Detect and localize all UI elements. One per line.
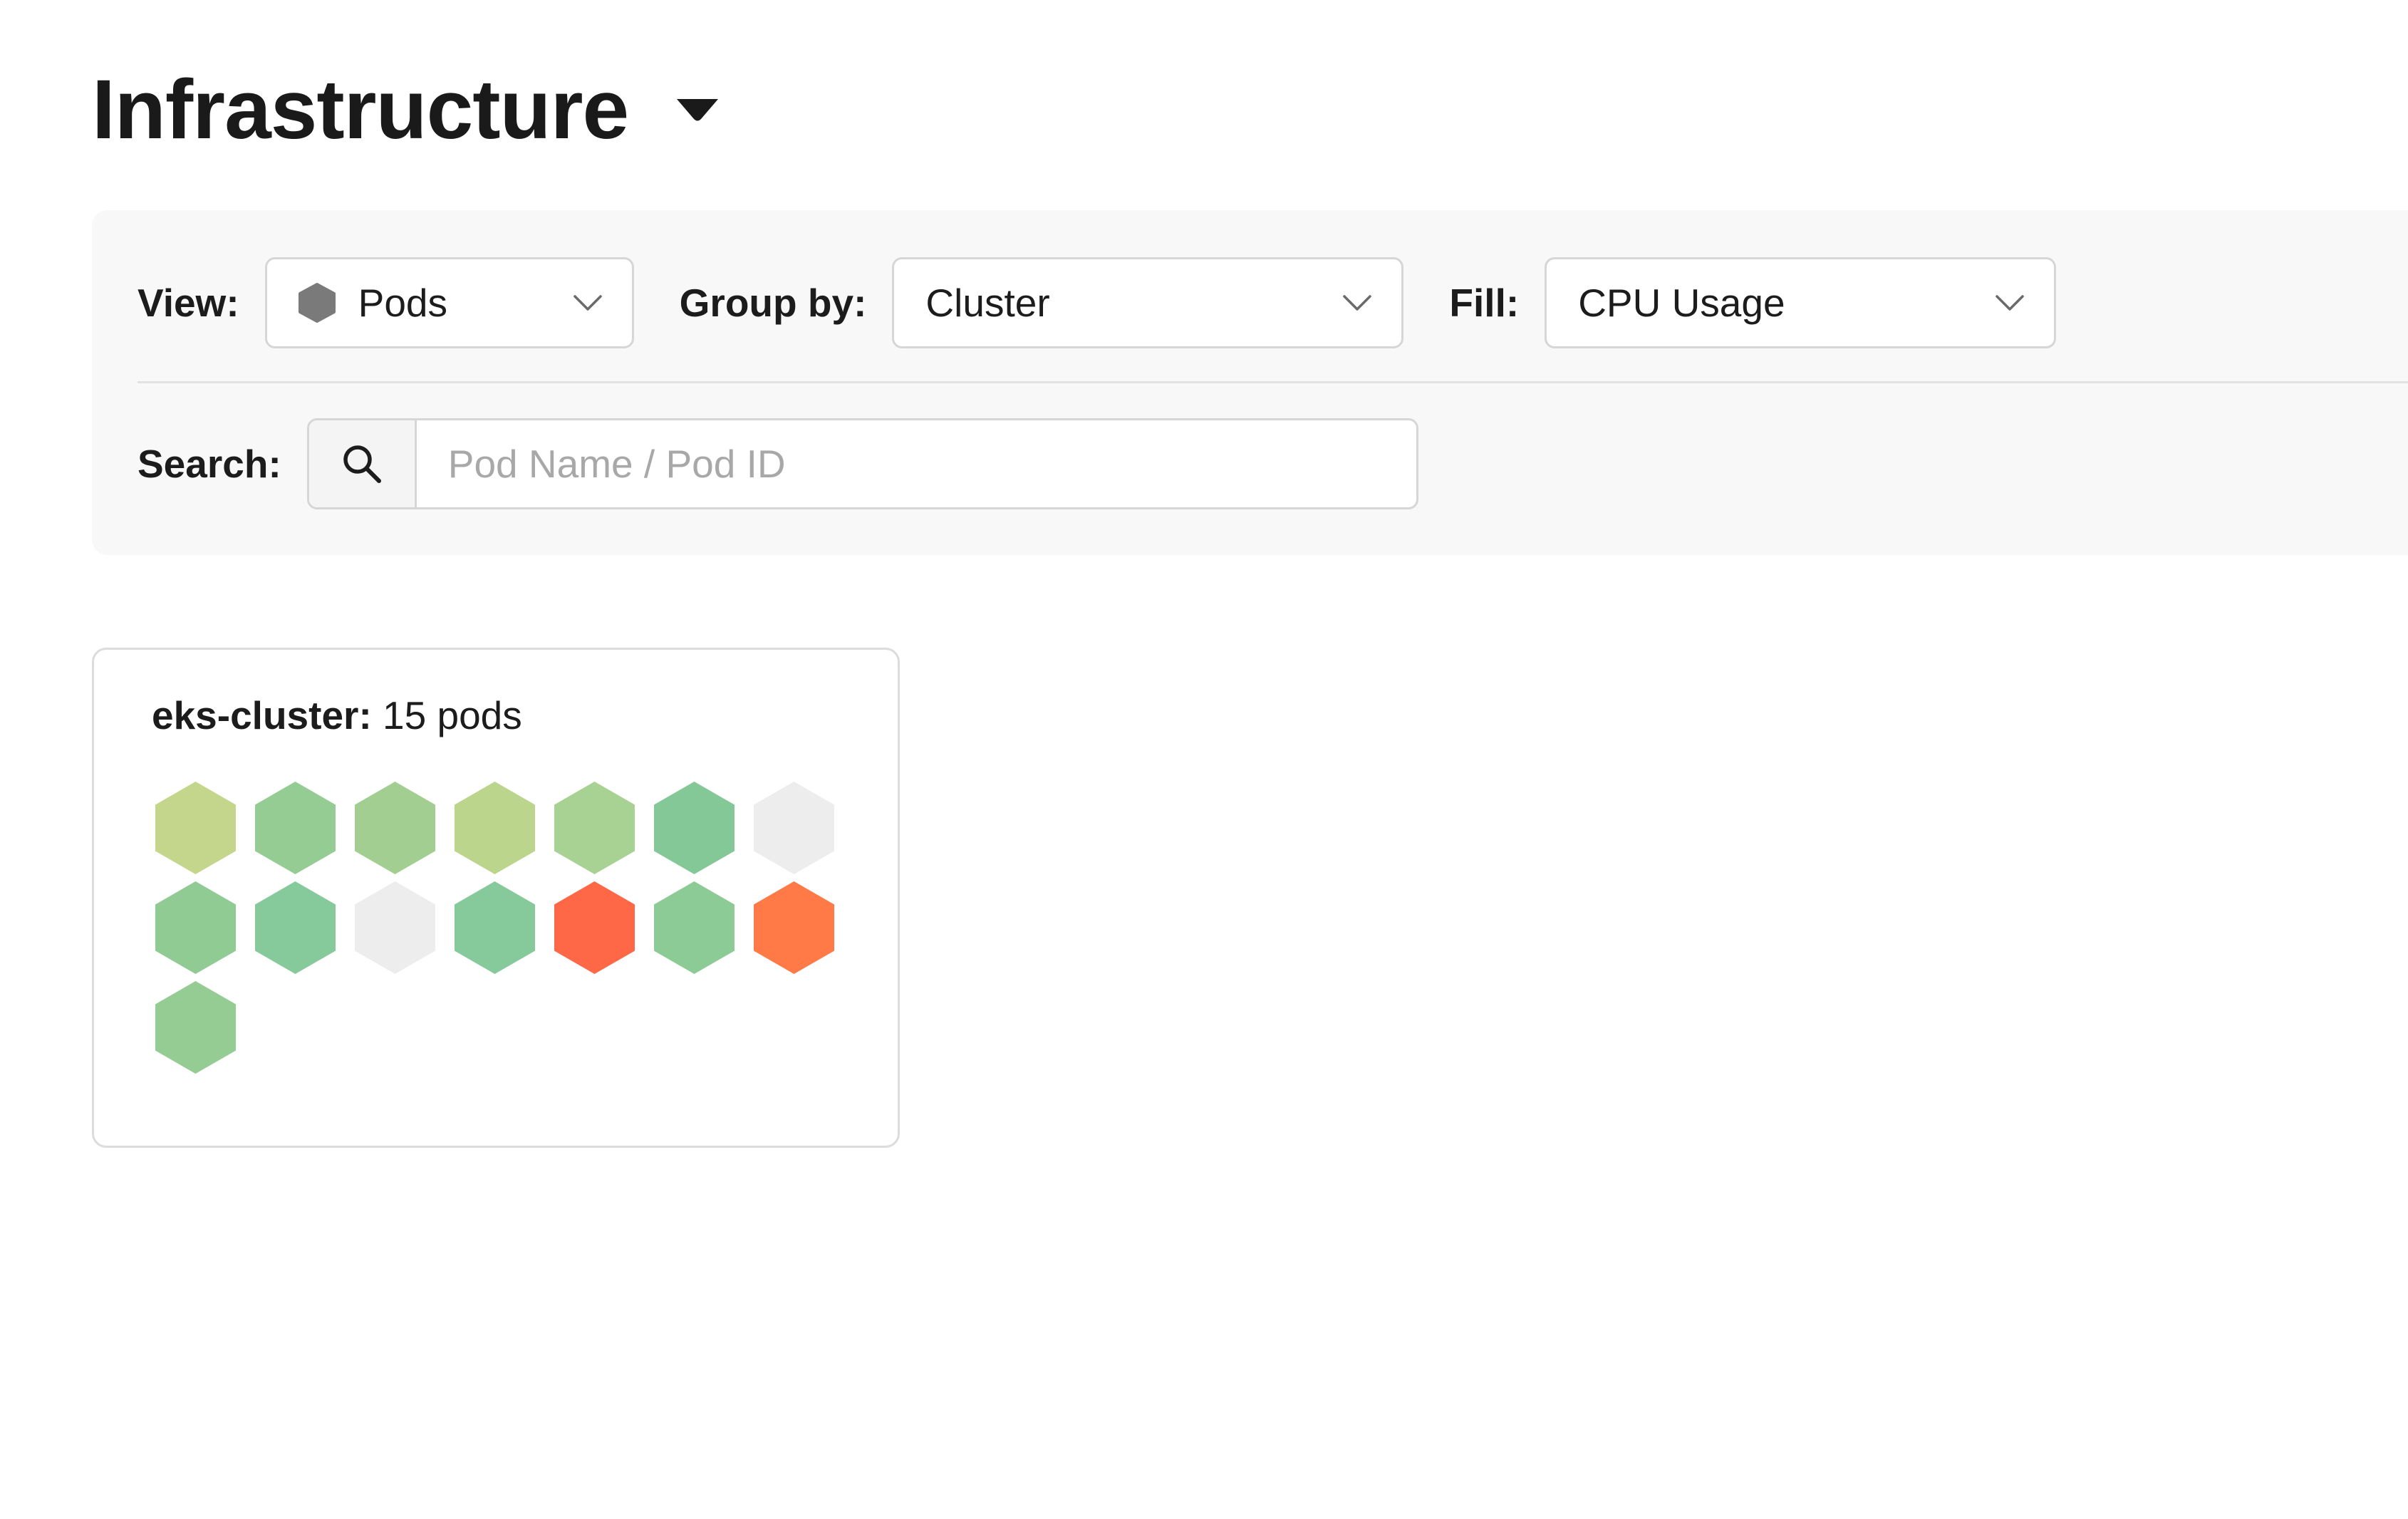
title-row: Infrastructure — [92, 60, 722, 160]
title-dropdown-button[interactable] — [673, 95, 722, 124]
search-icon — [343, 445, 381, 483]
pod-hex-grid — [155, 782, 839, 1081]
group-by-select-value: Cluster — [925, 281, 1050, 325]
pod-hexagon[interactable] — [554, 782, 635, 874]
pod-hexagon[interactable] — [654, 881, 735, 974]
infrastructure-page: Infrastructure View: Pods Group by: Clus… — [0, 0, 2408, 1519]
pod-hexagon[interactable] — [455, 881, 535, 974]
pod-hexagon[interactable] — [455, 782, 535, 874]
pod-hexagon[interactable] — [355, 881, 435, 974]
view-select[interactable]: Pods — [264, 257, 634, 348]
view-select-value: Pods — [358, 281, 448, 325]
cluster-header: eks-cluster: 15 pods — [152, 693, 522, 738]
chevron-down-icon — [1994, 292, 2025, 313]
chevron-down-icon — [572, 292, 603, 313]
pod-hexagon[interactable] — [255, 881, 336, 974]
search-label: Search: — [137, 442, 281, 486]
pod-hexagon[interactable] — [155, 881, 236, 974]
pod-hexagon[interactable] — [155, 981, 236, 1074]
search-box — [306, 418, 1418, 509]
pod-hexagon[interactable] — [754, 881, 834, 974]
pod-hexagon[interactable] — [754, 782, 834, 874]
filter-row: View: Pods Group by: Cluster Fill: CPU U… — [137, 257, 2057, 348]
page-title: Infrastructure — [92, 63, 629, 157]
pod-hexagon[interactable] — [654, 782, 735, 874]
view-label: View: — [137, 281, 239, 325]
search-row: Search: — [137, 418, 1418, 509]
pod-hexagon[interactable] — [255, 782, 336, 874]
cluster-name: eks-cluster: — [152, 693, 372, 737]
cluster-pod-count: 15 pods — [383, 693, 522, 737]
chevron-down-icon — [1341, 292, 1373, 313]
pod-hexagon[interactable] — [554, 881, 635, 974]
search-input[interactable] — [416, 420, 1416, 507]
pod-hexagon[interactable] — [355, 782, 435, 874]
pod-hexagon[interactable] — [155, 782, 236, 874]
toolbar-divider — [137, 381, 2408, 383]
pod-hexagon-icon — [298, 283, 336, 323]
fill-select[interactable]: CPU Usage — [1545, 257, 2057, 348]
group-by-select[interactable]: Cluster — [892, 257, 1404, 348]
fill-select-value: CPU Usage — [1578, 281, 1785, 325]
fill-label: Fill: — [1449, 281, 1520, 325]
search-button[interactable] — [308, 420, 417, 507]
cluster-card: eks-cluster: 15 pods — [92, 648, 900, 1148]
caret-down-icon — [677, 99, 719, 121]
group-by-label: Group by: — [679, 281, 867, 325]
filter-toolbar: View: Pods Group by: Cluster Fill: CPU U… — [92, 210, 2408, 555]
